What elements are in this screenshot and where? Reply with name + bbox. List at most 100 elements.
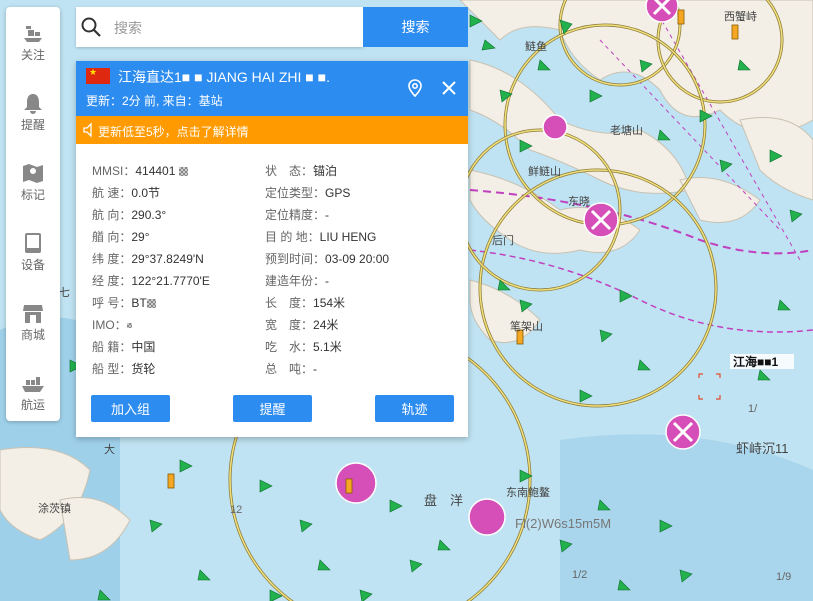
info-row-imo: IMO： [92, 314, 272, 336]
sidebar-item-remind[interactable]: 提醒 [6, 77, 60, 139]
map-label: 笔架山 [510, 319, 543, 333]
masked-value [178, 167, 188, 177]
info-row-status: 状 态：锚泊 [265, 160, 445, 182]
info-key: 长 度： [265, 296, 314, 310]
info-value: 414401 [135, 164, 176, 178]
sidebar-item-device[interactable]: 设备 [6, 217, 60, 279]
info-key: 目 的 地： [265, 230, 320, 244]
upgrade-notice[interactable]: 更新低至5秒，点击了解详情 [76, 116, 468, 144]
track-button[interactable]: 轨迹 [375, 395, 454, 422]
info-key: 航 向： [92, 208, 132, 222]
info-key: 纬 度： [92, 252, 132, 266]
info-row-flag: 船 籍：中国 [92, 336, 272, 358]
info-value: 0.0节 [131, 186, 161, 200]
map-label: 1/9 [776, 571, 791, 583]
info-row-width: 宽 度：24米 [265, 314, 445, 336]
map-label: 大 [104, 442, 115, 456]
masked-value [126, 323, 132, 329]
ship-name: 江海直达1■ ■ JIANG HAI ZHI ■ ■. [118, 69, 330, 85]
sidebar-item-label: 关注 [20, 48, 45, 62]
info-value: 货轮 [131, 362, 156, 376]
info-key: 艏 向： [92, 230, 132, 244]
selected-ship-map-tag: 江海■■1 [733, 354, 778, 369]
sidebar-item-label: 航运 [20, 398, 45, 412]
info-row-course: 航 向：290.3° [92, 204, 272, 226]
map-label: 12 [230, 504, 242, 516]
info-row-latitude: 纬 度：29°37.8249'N [92, 248, 272, 270]
map-label: Fl(2)W6s15m5M [515, 516, 611, 531]
info-value: GPS [325, 186, 351, 200]
info-value: LIU HENG [319, 230, 377, 244]
info-key: 船 籍： [92, 340, 132, 354]
info-row-build-year: 建造年份：- [265, 270, 445, 292]
info-value: 154米 [313, 296, 346, 310]
map-label: 鲜鲢山 [528, 164, 561, 178]
speaker-icon [83, 122, 92, 138]
info-key: 建造年份： [265, 274, 326, 288]
panel-header: ★ 江海直达1■ ■ JIANG HAI ZHI ■ ■. 更新：2分 前, 来… [76, 61, 468, 116]
map-label: 虾峙沉11 [736, 441, 789, 456]
locate-icon[interactable] [406, 79, 424, 97]
ship-info-left: MMSI：414401 航 速：0.0节 航 向：290.3° 艏 向：29° … [92, 160, 272, 380]
info-row-type: 船 型：货轮 [92, 358, 272, 380]
info-key: 预到时间： [265, 252, 326, 266]
map-label: 东晓 [568, 195, 590, 208]
info-row-position-type: 定位类型：GPS [265, 182, 445, 204]
info-key: 状 态： [265, 164, 314, 178]
sidebar-item-label: 设备 [20, 258, 45, 272]
map-label: 西蟹峙 [724, 9, 757, 23]
info-value: - [313, 362, 318, 376]
notice-text[interactable]: 更新低至5秒，点击了解详情 [98, 123, 249, 140]
store-icon [23, 305, 43, 323]
map-label: 盘 洋 [424, 493, 463, 508]
info-row-draught: 吃 水：5.1米 [265, 336, 445, 358]
info-value: 29° [131, 230, 150, 244]
info-key: 定位精度： [265, 208, 326, 222]
update-status: 更新：2分 前, 来自：基站 [86, 94, 223, 108]
info-row-longitude: 经 度：122°21.7770'E [92, 270, 272, 292]
info-value: 24米 [313, 318, 339, 332]
sidebar-item-label: 提醒 [20, 118, 45, 132]
sidebar-item-shipping[interactable]: 航运 [6, 357, 60, 419]
info-key: IMO： [92, 318, 127, 332]
bell-icon [24, 94, 42, 114]
sidebar-item-label: 商城 [20, 328, 45, 342]
info-row-speed: 航 速：0.0节 [92, 182, 272, 204]
search-button[interactable]: 搜索 [363, 7, 468, 47]
sidebar-item-mark[interactable]: 标记 [6, 147, 60, 209]
ship-info-right: 状 态：锚泊 定位类型：GPS 定位精度：- 目 的 地：LIU HENG 预到… [265, 160, 445, 380]
map-label: 后门 [492, 233, 514, 247]
china-flag-icon: ★ [86, 68, 110, 84]
left-sidebar: 关注 提醒 标记 设备 商城 航运 [6, 7, 60, 421]
info-key: 呼 号： [92, 296, 132, 310]
info-key: 船 型： [92, 362, 132, 376]
map-label: 1/2 [572, 569, 587, 581]
ships-icon [24, 26, 42, 42]
sidebar-item-store[interactable]: 商城 [6, 287, 60, 349]
add-to-group-button[interactable]: 加入组 [91, 395, 170, 422]
info-value: 03-09 20:00 [325, 252, 390, 266]
ship-info-panel: ★ 江海直达1■ ■ JIANG HAI ZHI ■ ■. 更新：2分 前, 来… [76, 61, 468, 437]
search-input[interactable] [112, 13, 356, 43]
masked-value [146, 299, 156, 309]
search-box [76, 7, 363, 47]
info-value: 锚泊 [313, 164, 338, 178]
info-key: 航 速： [92, 186, 132, 200]
info-value: BT [131, 296, 147, 310]
sidebar-item-label: 标记 [20, 188, 45, 202]
info-row-gross-tonnage: 总 吨：- [265, 358, 445, 380]
info-value: 290.3° [131, 208, 167, 222]
tablet-icon [25, 233, 41, 253]
info-key: 吃 水： [265, 340, 314, 354]
info-value: 中国 [131, 340, 156, 354]
info-row-heading: 艏 向：29° [92, 226, 272, 248]
map-label: 鲢鱼 [525, 39, 547, 53]
close-icon[interactable] [440, 79, 458, 97]
remind-button[interactable]: 提醒 [233, 395, 312, 422]
sidebar-item-follow[interactable]: 关注 [6, 7, 60, 69]
info-row-mmsi: MMSI：414401 [92, 160, 272, 182]
info-row-position-accuracy: 定位精度：- [265, 204, 445, 226]
info-value: 5.1米 [313, 340, 342, 354]
search-icon [81, 17, 101, 37]
info-key: 经 度： [92, 274, 132, 288]
